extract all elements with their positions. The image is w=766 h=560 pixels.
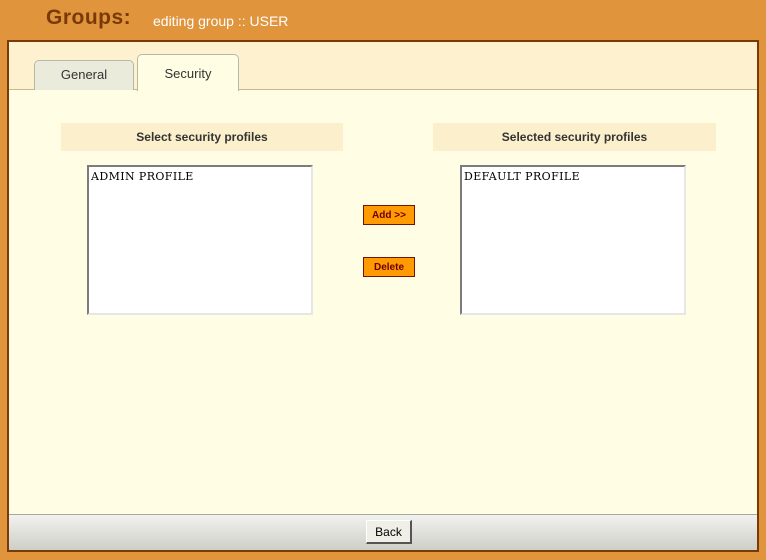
back-button[interactable]: Back xyxy=(366,520,412,544)
page-title: Groups: xyxy=(46,6,132,29)
available-profiles-label: Select security profiles xyxy=(61,123,343,151)
add-button[interactable]: Add >> xyxy=(363,205,415,225)
selected-profiles-listbox[interactable]: DEFAULT PROFILE xyxy=(460,165,686,315)
tab-general[interactable]: General xyxy=(34,60,134,90)
selected-profiles-label: Selected security profiles xyxy=(433,123,716,151)
tab-security[interactable]: Security xyxy=(137,54,239,91)
header-bar: Groups: editing group :: USER xyxy=(0,0,766,40)
list-item[interactable]: DEFAULT PROFILE xyxy=(464,170,682,184)
delete-button[interactable]: Delete xyxy=(363,257,415,277)
list-item[interactable]: ADMIN PROFILE xyxy=(91,170,309,184)
footer-bar: Back xyxy=(9,514,757,550)
tab-bar: General Security xyxy=(9,42,757,91)
page-subtitle: editing group :: USER xyxy=(153,13,289,29)
content-frame: General Security Select security profile… xyxy=(7,40,759,552)
available-profiles-listbox[interactable]: ADMIN PROFILE xyxy=(87,165,313,315)
